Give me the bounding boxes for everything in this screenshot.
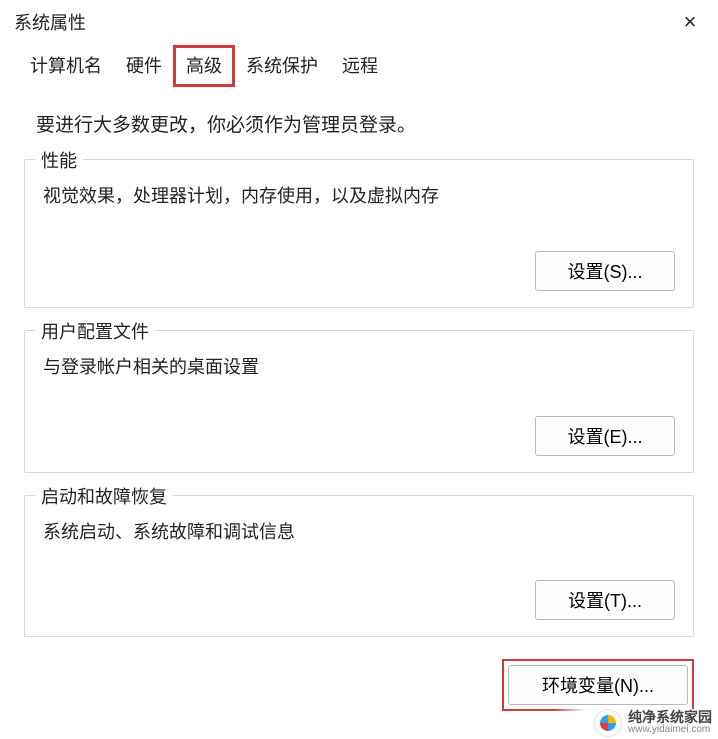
group-startup-recovery: 启动和故障恢复 系统启动、系统故障和调试信息 设置(T)... <box>24 495 694 638</box>
performance-settings-button[interactable]: 设置(S)... <box>535 251 675 291</box>
watermark-text: 纯净系统家园 www.yidaimei.com <box>628 710 712 735</box>
tab-system-protection[interactable]: 系统保护 <box>234 46 330 86</box>
user-profiles-settings-button[interactable]: 设置(E)... <box>535 416 675 456</box>
admin-notice: 要进行大多数更改，你必须作为管理员登录。 <box>36 110 694 137</box>
tab-advanced[interactable]: 高级 <box>174 46 234 86</box>
watermark-url: www.yidaimei.com <box>628 725 712 736</box>
env-vars-highlight: 环境变量(N)... <box>502 659 694 711</box>
environment-variables-button[interactable]: 环境变量(N)... <box>508 665 688 705</box>
group-user-profiles: 用户配置文件 与登录帐户相关的桌面设置 设置(E)... <box>24 330 694 473</box>
window-title: 系统属性 <box>14 9 86 35</box>
group-user-profiles-button-row: 设置(E)... <box>43 416 675 456</box>
watermark-logo-icon <box>594 709 622 737</box>
group-performance-legend: 性能 <box>35 147 83 173</box>
tab-strip: 计算机名 硬件 高级 系统保护 远程 <box>0 40 718 86</box>
startup-recovery-settings-button[interactable]: 设置(T)... <box>535 580 675 620</box>
group-performance-desc: 视觉效果，处理器计划，内存使用，以及虚拟内存 <box>43 182 675 211</box>
group-startup-recovery-legend: 启动和故障恢复 <box>35 483 173 509</box>
tab-computer-name[interactable]: 计算机名 <box>18 46 114 86</box>
group-performance-button-row: 设置(S)... <box>43 251 675 291</box>
tab-content-advanced: 要进行大多数更改，你必须作为管理员登录。 性能 视觉效果，处理器计划，内存使用，… <box>0 86 718 637</box>
group-user-profiles-legend: 用户配置文件 <box>35 318 155 344</box>
close-icon[interactable]: × <box>676 11 704 33</box>
title-bar: 系统属性 × <box>0 0 718 40</box>
tab-hardware[interactable]: 硬件 <box>114 46 174 86</box>
watermark-name: 纯净系统家园 <box>628 710 712 725</box>
watermark: 纯净系统家园 www.yidaimei.com <box>554 709 712 737</box>
group-startup-recovery-button-row: 设置(T)... <box>43 580 675 620</box>
bottom-button-row: 环境变量(N)... <box>0 659 718 711</box>
group-startup-recovery-desc: 系统启动、系统故障和调试信息 <box>43 518 675 547</box>
group-performance: 性能 视觉效果，处理器计划，内存使用，以及虚拟内存 设置(S)... <box>24 159 694 308</box>
tab-remote[interactable]: 远程 <box>330 46 390 86</box>
group-user-profiles-desc: 与登录帐户相关的桌面设置 <box>43 353 675 382</box>
